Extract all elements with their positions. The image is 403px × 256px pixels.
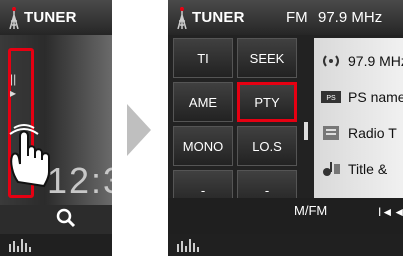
info-row-radio-text: Radio T [314,116,403,150]
search-icon[interactable] [56,208,76,228]
bottom-bar [168,234,403,256]
mono-button[interactable]: MONO [173,126,233,166]
equalizer-icon[interactable] [176,238,202,252]
los-button[interactable]: LO.S [237,126,297,166]
tap-hand-icon [9,124,50,188]
ti-button[interactable]: TI [173,38,233,78]
status-bar: TUNER [0,0,112,35]
mode-label[interactable]: M/FM [294,203,327,218]
tuner-screen-after: TUNER FM 97.9 MHz TI SEEK AME PTY MONO L… [168,0,403,256]
antenna-icon [177,7,187,29]
equalizer-icon[interactable] [8,238,34,252]
info-row-title: Title & [314,152,403,186]
bottom-bar [0,234,112,256]
info-ps-name: PS name [348,89,403,105]
frequency-display: 97.9 MHz [318,9,383,26]
source-title: TUNER [192,9,245,26]
title-artist-icon [323,162,340,176]
broadcast-icon [323,55,339,67]
seek-button[interactable]: SEEK [237,38,297,78]
info-radio-text: Radio T [348,125,397,141]
panel-handle-icon[interactable] [304,122,308,140]
ame-button[interactable]: AME [173,82,233,122]
ps-icon: PS [321,91,341,103]
antenna-icon [9,7,19,29]
bottom-control-strip [168,198,403,234]
transition-arrow-icon [127,104,151,156]
status-bar: TUNER FM 97.9 MHz [168,0,403,35]
radio-text-icon [323,126,339,140]
clock-display: 12:3 [47,160,112,201]
function-panel: TI SEEK AME PTY MONO LO.S - - [173,38,301,216]
band-indicator: FM [286,9,308,26]
svg-text:PS: PS [326,95,336,102]
source-title: TUNER [24,9,77,26]
tuner-screen-before: TUNER 12:3 ||▸ [0,0,112,256]
info-row-frequency: 97.9 MHz [314,44,403,78]
pty-button[interactable]: PTY [237,82,297,122]
info-row-ps: PS PS name [314,80,403,114]
grip-icon[interactable]: ||▸ [10,72,18,100]
info-title-artist: Title & [348,161,388,177]
seek-back-icon[interactable]: I◄◄ [378,205,403,219]
station-info-panel: 97.9 MHz PS PS name Radio T Title & [314,38,403,203]
info-frequency: 97.9 MHz [348,53,403,69]
